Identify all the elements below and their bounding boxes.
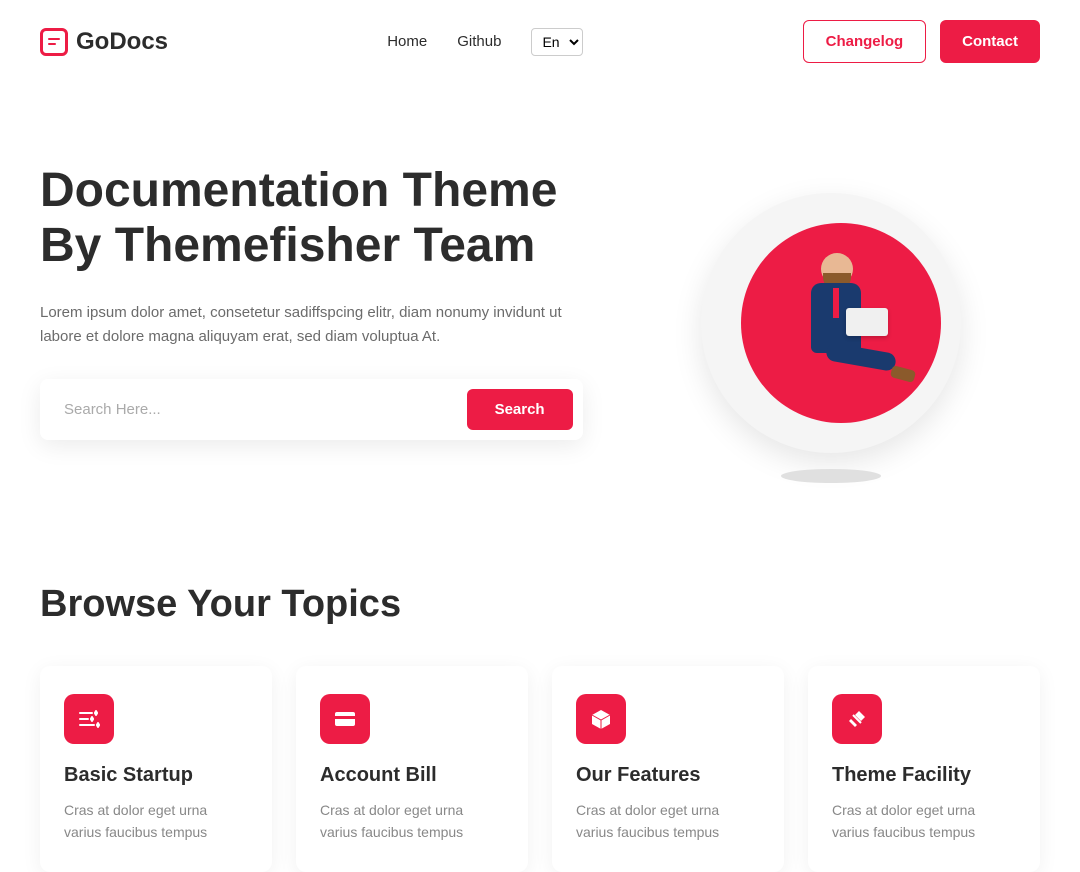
logo-icon <box>40 28 68 56</box>
language-select[interactable]: En <box>531 28 583 56</box>
hero-section: Documentation Theme By Themefisher Team … <box>0 83 1080 543</box>
hero-content: Documentation Theme By Themefisher Team … <box>40 163 583 440</box>
topic-desc: Cras at dolor eget urna varius faucibus … <box>320 799 504 844</box>
nav-link-github[interactable]: Github <box>457 33 501 50</box>
topic-card-our-features[interactable]: Our Features Cras at dolor eget urna var… <box>552 666 784 872</box>
contact-button[interactable]: Contact <box>940 20 1040 63</box>
site-header: GoDocs Home Github En Changelog Contact <box>0 0 1080 83</box>
topic-desc: Cras at dolor eget urna varius faucibus … <box>64 799 248 844</box>
topic-card-theme-facility[interactable]: Theme Facility Cras at dolor eget urna v… <box>808 666 1040 872</box>
topic-title: Account Bill <box>320 764 504 787</box>
box-icon <box>576 694 626 744</box>
changelog-button[interactable]: Changelog <box>803 20 927 63</box>
search-button[interactable]: Search <box>467 389 573 430</box>
hero-illustration <box>623 163 1040 483</box>
brand-name: GoDocs <box>76 28 168 56</box>
topic-title: Basic Startup <box>64 764 248 787</box>
sliders-icon <box>64 694 114 744</box>
topic-title: Theme Facility <box>832 764 1016 787</box>
topic-desc: Cras at dolor eget urna varius faucibus … <box>576 799 760 844</box>
nav-link-home[interactable]: Home <box>387 33 427 50</box>
search-bar: Search <box>40 379 583 440</box>
topic-desc: Cras at dolor eget urna varius faucibus … <box>832 799 1016 844</box>
topic-card-account-bill[interactable]: Account Bill Cras at dolor eget urna var… <box>296 666 528 872</box>
topics-section: Browse Your Topics Basic Startup Cras at… <box>0 543 1080 872</box>
topic-title: Our Features <box>576 764 760 787</box>
card-icon <box>320 694 370 744</box>
topics-grid: Basic Startup Cras at dolor eget urna va… <box>40 666 1040 872</box>
topic-card-basic-startup[interactable]: Basic Startup Cras at dolor eget urna va… <box>40 666 272 872</box>
search-input[interactable] <box>50 389 467 430</box>
tools-icon <box>832 694 882 744</box>
brand-logo[interactable]: GoDocs <box>40 28 168 56</box>
hero-title: Documentation Theme By Themefisher Team <box>40 163 583 273</box>
hero-description: Lorem ipsum dolor amet, consetetur sadif… <box>40 301 583 349</box>
topics-heading: Browse Your Topics <box>40 583 1040 626</box>
header-actions: Changelog Contact <box>803 20 1040 63</box>
main-nav: Home Github En <box>387 28 583 56</box>
